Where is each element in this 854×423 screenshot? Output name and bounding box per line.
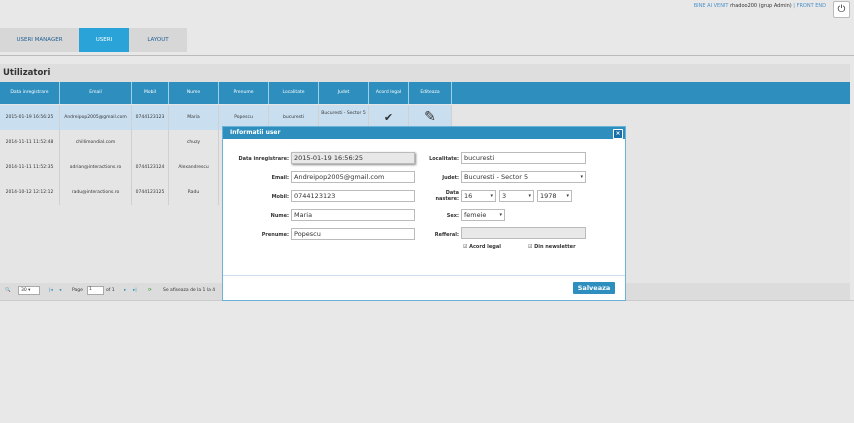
cell-mobil: 0744123123	[132, 105, 169, 130]
label-referal: Refferal:	[434, 232, 459, 238]
cell-mobil: 0744123125	[132, 180, 169, 205]
label-data-nastere: Data nastere:	[419, 190, 459, 202]
an-value: 1978	[540, 192, 557, 200]
cell-nume: chuzy	[169, 130, 219, 155]
next-page-icon[interactable]: ▸	[124, 288, 126, 293]
cell-email: radu@interactions.ro	[60, 180, 132, 205]
cell-email: chillimondial.com	[60, 130, 132, 155]
luna-value: 3	[502, 192, 507, 200]
cell-data: 2014-11-11 11:52:48	[0, 130, 60, 155]
welcome-prefix: BINE AI VENIT	[693, 3, 729, 9]
label-prenume: Prenume:	[261, 232, 289, 238]
prenume-field[interactable]: Popescu	[291, 228, 415, 240]
tab-useri[interactable]: USERI	[79, 28, 129, 52]
sex-select[interactable]: femeie ▾	[461, 209, 505, 221]
col-acord-legal[interactable]: Acord legal	[369, 82, 409, 104]
acord-legal-checkbox[interactable]: ☑ Acord legal	[463, 244, 501, 250]
referal-field	[461, 227, 586, 239]
luna-select[interactable]: 3 ▾	[499, 190, 534, 202]
top-bar: BINE AI VENIT rhadoo200 (grup Admin) | F…	[0, 0, 854, 20]
search-icon[interactable]: 🔍	[5, 288, 11, 293]
newsletter-label: Din newsletter	[534, 244, 576, 250]
nume-field[interactable]: Maria	[291, 209, 415, 221]
modal-title: Informatii user	[230, 129, 281, 136]
page-label: Page	[72, 288, 83, 293]
divider	[0, 55, 854, 56]
zi-select[interactable]: 16 ▾	[461, 190, 496, 202]
label-data-nastere-2: nastere:	[435, 196, 459, 202]
newsletter-checkbox[interactable]: ☑ Din newsletter	[528, 244, 576, 250]
page-of-label: of 1	[106, 288, 115, 293]
localitate-field[interactable]: bucuresti	[461, 152, 586, 164]
cell-data: 2015-01-19 16:56:25	[0, 105, 60, 130]
chevron-down-icon: ▾	[566, 193, 569, 199]
data-inregistrare-field: 2015-01-19 16:56:25	[291, 152, 415, 164]
col-localitate[interactable]: Localitate	[269, 82, 319, 104]
modal-divider	[223, 275, 625, 276]
an-select[interactable]: 1978 ▾	[537, 190, 572, 202]
chevron-down-icon: ▾	[580, 174, 583, 180]
pager-info: Se afiseaza de la 1 la 4	[163, 288, 216, 293]
label-email: Email:	[271, 175, 289, 181]
label-sex: Sex:	[446, 213, 459, 219]
separator: |	[793, 3, 795, 9]
judet-select[interactable]: Bucuresti - Sector 5 ▾	[461, 171, 586, 183]
zi-value: 16	[464, 192, 473, 200]
label-nume: Nume:	[270, 213, 289, 219]
tab-useri-manager[interactable]: USERI MANAGER	[0, 28, 79, 52]
grid-header: Data inregistrare Email Mobil Nume Prenu…	[0, 82, 850, 104]
acord-legal-label: Acord legal	[469, 244, 501, 250]
chevron-down-icon: ▾	[528, 193, 531, 199]
front-end-link[interactable]: FRONT END	[797, 3, 826, 9]
prev-page-icon[interactable]: ◂	[59, 288, 61, 293]
col-prenume[interactable]: Prenume	[219, 82, 269, 104]
cell-nume: Radu	[169, 180, 219, 205]
cell-data: 2014-10-12 12:12:12	[0, 180, 60, 205]
cell-email: Andreipop2005@gmail.com	[60, 105, 132, 130]
cell-data: 2014-11-11 11:52:35	[0, 155, 60, 180]
last-page-icon[interactable]: ▸|	[133, 288, 137, 293]
label-data-inregistrare: Data inregistrare:	[238, 156, 289, 162]
sex-value: femeie	[464, 211, 487, 219]
current-user: rhadoo200 (grup Admin)	[730, 3, 792, 9]
power-icon[interactable]: ⏻	[833, 1, 850, 18]
cell-email: adrian@interactions.ro	[60, 155, 132, 180]
modal-header: Informatii user ×	[223, 127, 625, 139]
mobil-field[interactable]: 0744123123	[291, 190, 415, 202]
col-mobil[interactable]: Mobil	[132, 82, 169, 104]
welcome-text: BINE AI VENIT rhadoo200 (grup Admin) | F…	[694, 3, 826, 9]
chevron-down-icon: ▾	[499, 212, 502, 218]
label-localitate: Localitate:	[429, 156, 459, 162]
page-input[interactable]: 1	[87, 286, 104, 295]
email-field[interactable]: Andreipop2005@gmail.com	[291, 171, 415, 183]
page-size-select[interactable]: 30 ▾	[18, 286, 40, 295]
refresh-icon[interactable]: ⟳	[148, 288, 152, 293]
col-judet[interactable]: Judet	[319, 82, 369, 104]
label-judet: Judet:	[442, 175, 459, 181]
col-data-inregistrare[interactable]: Data inregistrare	[0, 82, 60, 104]
close-icon[interactable]: ×	[613, 129, 623, 139]
grid-title: Utilizatori	[0, 64, 850, 82]
tab-layout[interactable]: LAYOUT	[129, 28, 187, 52]
cell-nume: Alexandrescu	[169, 155, 219, 180]
cell-mobil: 0744123124	[132, 155, 169, 180]
col-email[interactable]: Email	[60, 82, 132, 104]
cell-mobil	[132, 130, 169, 155]
first-page-icon[interactable]: |◂	[49, 288, 53, 293]
label-mobil: Mobil:	[271, 194, 289, 200]
cell-nume: Maria	[169, 105, 219, 130]
chevron-down-icon: ▾	[490, 193, 493, 199]
tab-bar: USERI MANAGER USERI LAYOUT	[0, 28, 187, 52]
col-editeaza[interactable]: Editeaza	[409, 82, 452, 104]
page-size-value: 30	[21, 288, 27, 293]
judet-value: Bucuresti - Sector 5	[464, 173, 529, 181]
save-button[interactable]: Salveaza	[573, 282, 615, 294]
col-nume[interactable]: Nume	[169, 82, 219, 104]
user-info-modal: Informatii user × Data inregistrare: 201…	[222, 126, 626, 301]
